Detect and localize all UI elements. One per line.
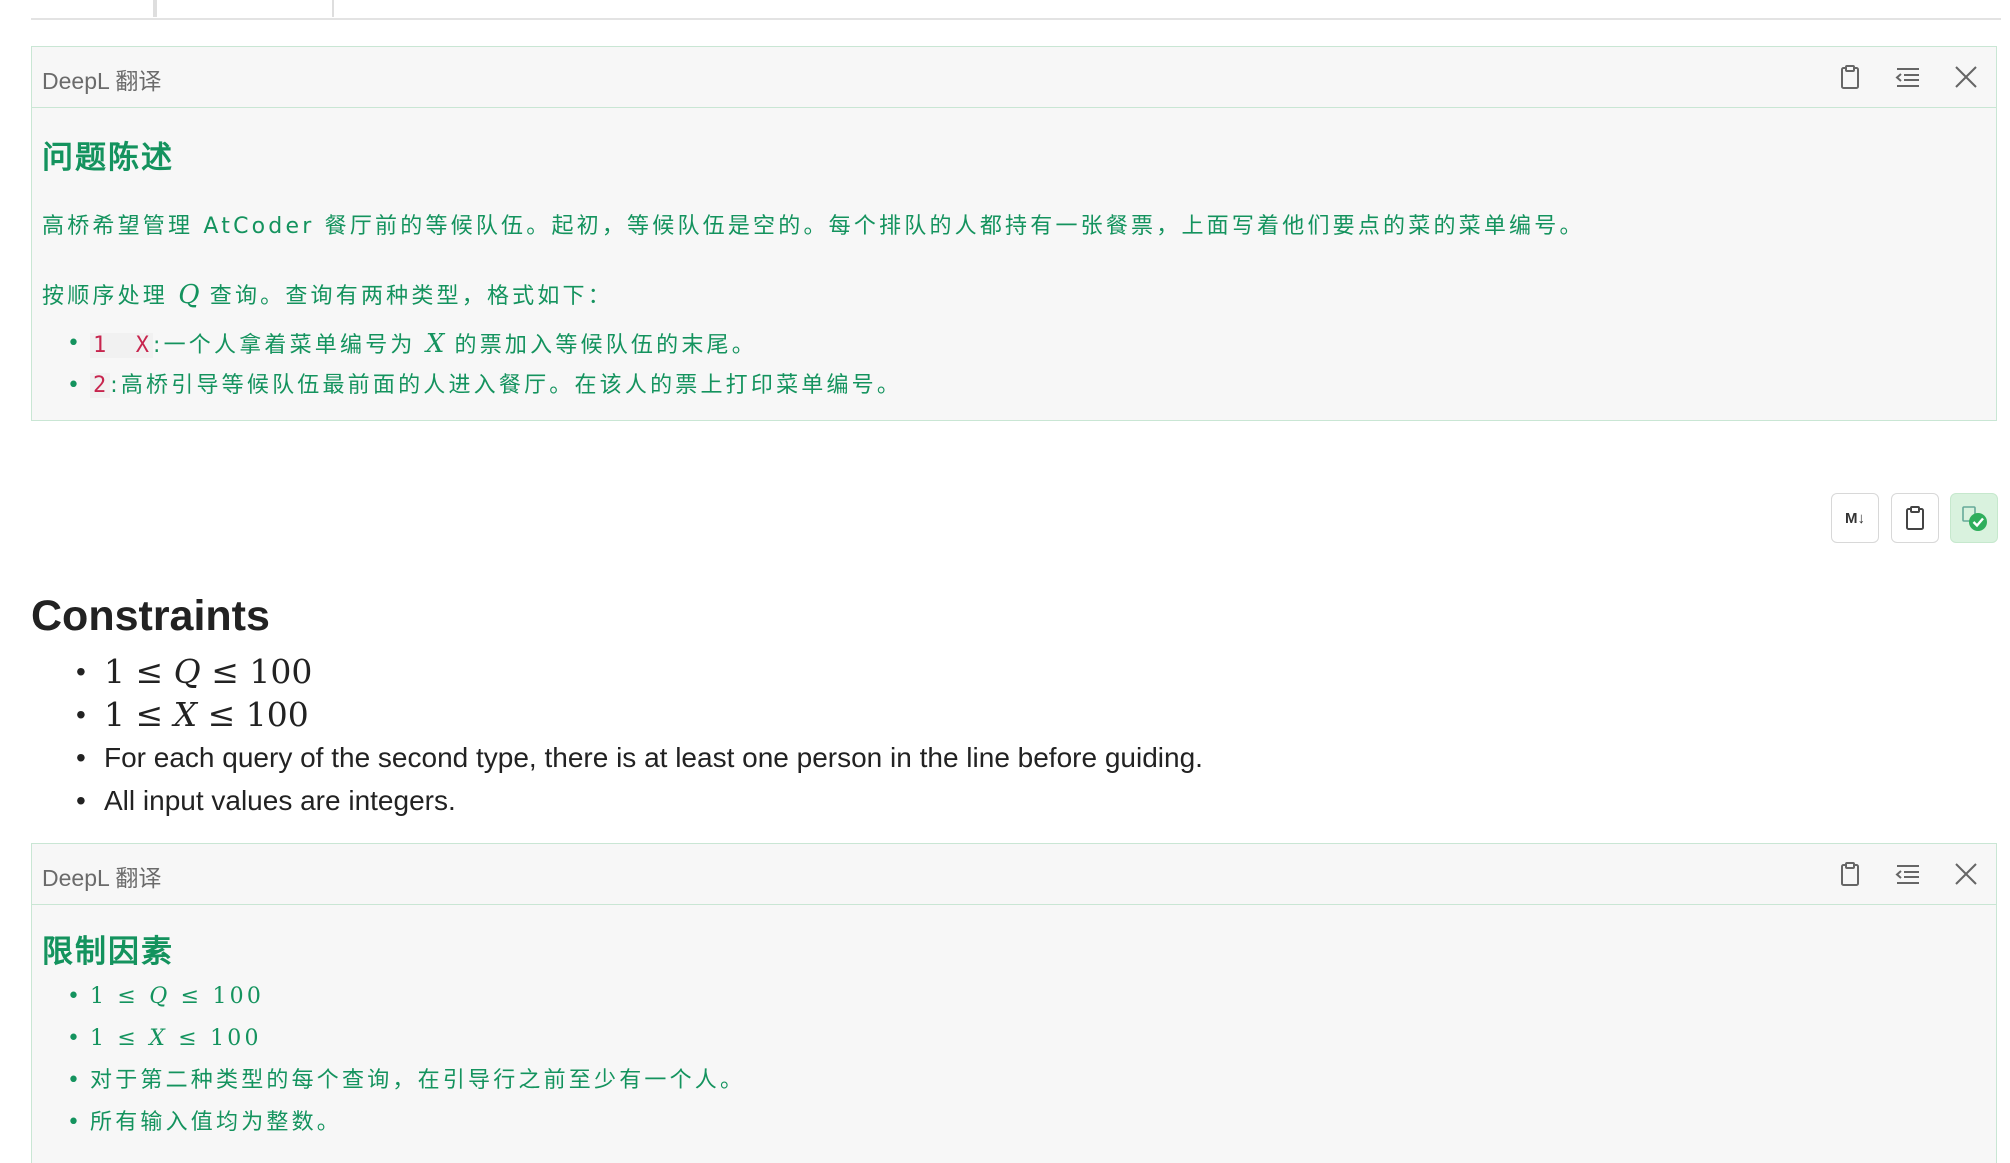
translate-toggle-button[interactable] — [1950, 493, 1998, 543]
panel-header: DeepL 翻译 — [32, 844, 1996, 905]
clipboard-icon — [1906, 506, 1924, 530]
item-text-pre: :一个人拿着菜单编号为 — [152, 333, 416, 358]
math-b: ≤ 100 — [197, 695, 309, 734]
top-tab-1[interactable] — [31, 0, 155, 17]
text-lines-icon[interactable] — [1894, 860, 1922, 888]
markdown-icon: M↓ — [1845, 510, 1865, 527]
math-var-q: Q — [178, 280, 200, 310]
inline-code: 2 — [90, 373, 111, 398]
svg-text:M↓: M↓ — [1845, 510, 1865, 527]
markdown-button[interactable]: M↓ — [1831, 493, 1879, 543]
queries-text-pre: 按顺序处理 — [42, 284, 169, 309]
list-item: 1 ≤ X ≤ 100 — [67, 1023, 745, 1065]
math-var-x: X — [425, 329, 445, 359]
list-item: 所有输入值均为整数。 — [67, 1107, 745, 1149]
item-text: :高桥引导等候队伍最前面的人进入餐厅。在该人的票上打印菜单编号。 — [110, 373, 903, 398]
query-type-list: 1 X:一个人拿着菜单编号为 X 的票加入等候队伍的末尾。 2:高桥引导等候队伍… — [67, 328, 903, 412]
panel-title: DeepL 翻译 — [42, 865, 162, 891]
item-text-post: 的票加入等候队伍的末尾。 — [454, 333, 757, 358]
math-a: 1 ≤ — [90, 984, 150, 1009]
list-item: 对于第二种类型的每个查询，在引导行之前至少有一个人。 — [67, 1065, 745, 1107]
top-tab-strip — [31, 0, 2001, 20]
list-item: All input values are integers. — [76, 779, 1203, 822]
list-item: For each query of the second type, there… — [76, 736, 1203, 779]
deepl-translation-panel-1: DeepL 翻译 问题陈述 高桥希望管理 AtCoder 餐厅前的等候队伍。起初… — [31, 46, 1997, 421]
panel-title: DeepL 翻译 — [42, 68, 162, 94]
translated-check-icon — [1962, 506, 1987, 531]
queries-text-post: 查询。查询有两种类型，格式如下： — [209, 284, 613, 309]
list-item: 1 ≤ X ≤ 100 — [76, 693, 1203, 736]
math-a: 1 ≤ — [104, 695, 174, 734]
close-icon[interactable] — [1952, 860, 1980, 888]
section-heading: 限制因素 — [42, 934, 174, 970]
list-item: 1 ≤ Q ≤ 100 — [76, 650, 1203, 693]
copy-button[interactable] — [1891, 493, 1939, 543]
inline-code: 1 X — [90, 333, 153, 358]
math-b: ≤ 100 — [170, 984, 265, 1009]
math-a: 1 ≤ — [90, 1026, 150, 1051]
constraints-list: 1 ≤ Q ≤ 100 1 ≤ X ≤ 100 For each query o… — [76, 650, 1203, 822]
math-b: ≤ 100 — [200, 652, 313, 691]
math-var-x: X — [173, 695, 198, 734]
top-tab-2[interactable] — [155, 0, 334, 17]
paragraph-queries: 按顺序处理 Q 查询。查询有两种类型，格式如下： — [42, 278, 613, 310]
math-b: ≤ 100 — [168, 1026, 262, 1051]
list-item: 2:高桥引导等候队伍最前面的人进入餐厅。在该人的票上打印菜单编号。 — [67, 370, 903, 412]
math-a: 1 ≤ — [104, 652, 174, 691]
close-icon[interactable] — [1952, 63, 1980, 91]
constraints-heading: Constraints — [31, 592, 270, 640]
deepl-translation-panel-2: DeepL 翻译 限制因素 1 ≤ Q ≤ 100 1 ≤ X ≤ 100 对于… — [31, 843, 1997, 1163]
math-var-x: X — [149, 1026, 169, 1051]
text-lines-icon[interactable] — [1894, 63, 1922, 91]
copy-clipboard-icon[interactable] — [1836, 860, 1864, 888]
list-item: 1 ≤ Q ≤ 100 — [67, 981, 745, 1023]
paragraph-intro: 高桥希望管理 AtCoder 餐厅前的等候队伍。起初，等候队伍是空的。每个排队的… — [42, 214, 1585, 239]
math-var-q: Q — [149, 984, 171, 1009]
section-heading: 问题陈述 — [42, 140, 174, 176]
list-item: 1 X:一个人拿着菜单编号为 X 的票加入等候队伍的末尾。 — [67, 328, 902, 370]
panel-header: DeepL 翻译 — [32, 47, 1996, 108]
constraints-translated-list: 1 ≤ Q ≤ 100 1 ≤ X ≤ 100 对于第二种类型的每个查询，在引导… — [67, 981, 745, 1149]
math-var-q: Q — [173, 652, 201, 691]
copy-clipboard-icon[interactable] — [1836, 63, 1864, 91]
